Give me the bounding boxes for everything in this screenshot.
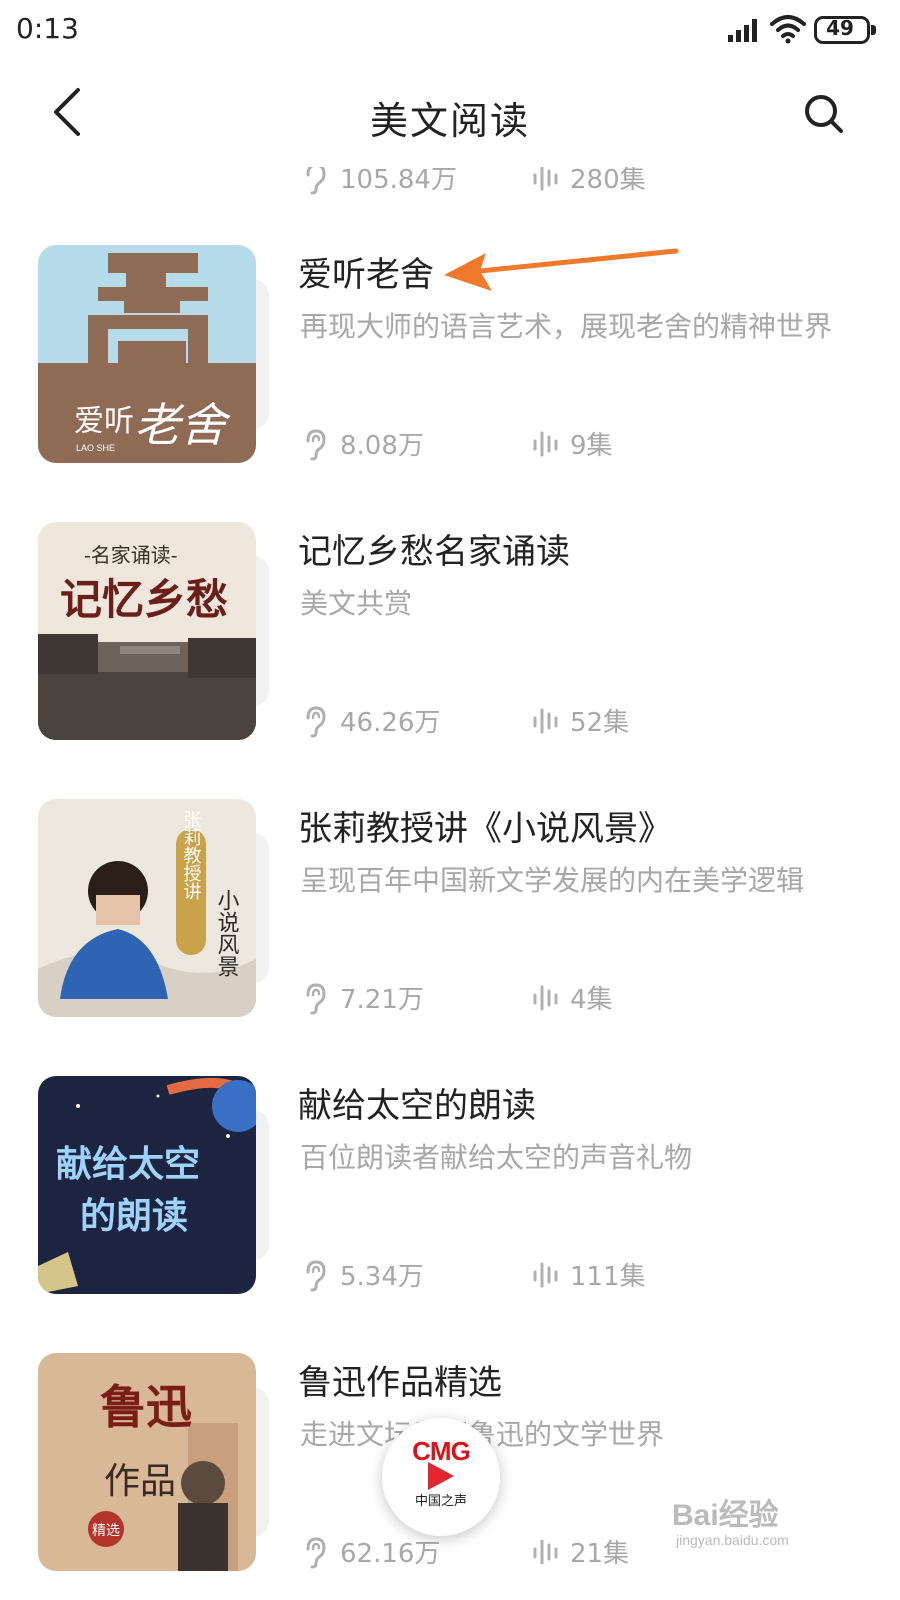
item-description: 再现大师的语言艺术，展现老舍的精神世界 xyxy=(300,310,833,343)
signal-icon xyxy=(728,19,757,42)
cover-text: -名家诵读- xyxy=(84,543,178,567)
ear-icon xyxy=(306,706,326,738)
watermark: Bai经验 jingyan.baidu.com xyxy=(672,1490,842,1552)
ear-icon xyxy=(306,1537,326,1569)
list-item-partial[interactable]: 105.84万 280集 xyxy=(0,167,900,195)
play-count: 105.84万 xyxy=(340,167,457,195)
cover-text: LAO SHE xyxy=(76,443,115,453)
cover-text: 献给太空 xyxy=(56,1144,200,1185)
sound-wave-icon xyxy=(533,167,558,191)
sound-wave-icon xyxy=(533,431,558,457)
item-description: 美文共赏 xyxy=(300,587,413,620)
floating-player-button[interactable]: CMG 中国之声 xyxy=(382,1418,500,1536)
sound-wave-icon xyxy=(533,1539,558,1565)
episode-count: 4集 xyxy=(570,985,613,1015)
item-description: 百位朗读者献给太空的声音礼物 xyxy=(300,1141,693,1174)
episode-count: 111集 xyxy=(570,1262,646,1292)
album-cover: 爱听 老舍 LAO SHE xyxy=(38,245,256,463)
battery-level: 49 xyxy=(826,16,854,40)
annotation-arrow xyxy=(444,248,679,291)
watermark-sub: jingyan.baidu.com xyxy=(676,1532,789,1548)
battery-icon: 49 xyxy=(814,16,876,44)
album-cover: -名家诵读- 记忆乡愁 xyxy=(38,522,256,740)
sound-wave-icon xyxy=(533,985,558,1011)
cover-text: 鲁迅 xyxy=(100,1380,192,1434)
play-icon xyxy=(428,1462,454,1490)
episode-count: 9集 xyxy=(570,431,613,461)
battery-cap xyxy=(871,25,876,35)
album-cover: 鲁迅 作品 精选 xyxy=(38,1353,256,1571)
status-bar: 0:13 49 xyxy=(0,0,900,62)
sound-wave-icon xyxy=(533,1262,558,1288)
episode-count: 21集 xyxy=(570,1539,630,1569)
status-time: 0:13 xyxy=(16,12,79,45)
cover-text: 记忆乡愁 xyxy=(60,575,228,624)
ear-icon xyxy=(306,1260,326,1292)
wifi-icon xyxy=(770,15,806,44)
cover-text: 作品 xyxy=(104,1461,176,1502)
list-item[interactable]: 献给太空 的朗读 献给太空的朗读 百位朗读者献给太空的声音礼物 5.34万 11… xyxy=(0,1076,900,1352)
cover-text: 张莉教授讲 xyxy=(181,810,202,900)
episode-count: 280集 xyxy=(570,167,646,195)
album-cover: 献给太空 的朗读 xyxy=(38,1076,256,1294)
cover-text: 的朗读 xyxy=(80,1196,188,1237)
ear-icon xyxy=(306,167,326,195)
item-title: 记忆乡愁名家诵读 xyxy=(298,532,570,572)
ear-icon xyxy=(306,983,326,1015)
search-button[interactable] xyxy=(796,86,852,142)
item-title: 鲁迅作品精选 xyxy=(298,1363,502,1403)
cover-text: 老舍 xyxy=(134,398,231,452)
watermark-main: Bai经验 xyxy=(672,1499,779,1532)
sound-wave-icon xyxy=(533,708,558,734)
page-title: 美文阅读 xyxy=(369,99,530,143)
item-title: 爱听老舍 xyxy=(298,255,434,295)
item-title: 张莉教授讲《小说风景》 xyxy=(298,809,672,849)
play-count: 8.08万 xyxy=(340,431,424,461)
item-title: 献给太空的朗读 xyxy=(298,1086,536,1126)
item-description: 呈现百年中国新文学发展的内在美学逻辑 xyxy=(300,864,805,897)
cmg-subtitle: 中国之声 xyxy=(414,1494,467,1509)
play-count: 7.21万 xyxy=(340,985,424,1015)
play-count: 5.34万 xyxy=(340,1262,424,1292)
cover-text: 小说风景 xyxy=(214,889,240,977)
ear-icon xyxy=(306,429,326,461)
list-item[interactable]: 张莉教授讲 小说风景 张莉教授讲《小说风景》 呈现百年中国新文学发展的内在美学逻… xyxy=(0,799,900,1075)
cover-text: 爱听 xyxy=(74,404,134,439)
album-list: 105.84万 280集 爱听 老舍 LAO SHE 爱听老舍 再现大师的语言艺… xyxy=(0,167,900,1600)
cover-text: 精选 xyxy=(92,1523,120,1539)
episode-count: 52集 xyxy=(570,708,630,738)
play-count: 46.26万 xyxy=(340,708,441,738)
album-cover: 张莉教授讲 小说风景 xyxy=(38,799,256,1017)
list-item[interactable]: -名家诵读- 记忆乡愁 记忆乡愁名家诵读 美文共赏 46.26万 52集 xyxy=(0,522,900,798)
header-bar: 美文阅读 xyxy=(0,62,900,167)
play-count: 62.16万 xyxy=(340,1539,441,1569)
